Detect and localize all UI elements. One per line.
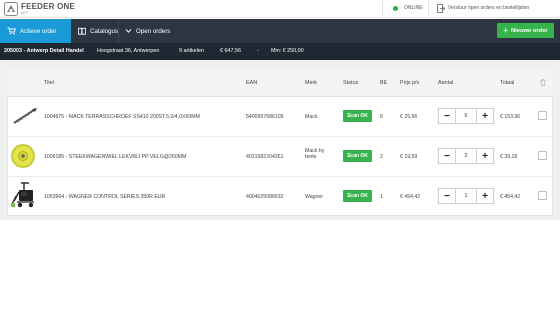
product-be: 6 [380, 114, 383, 120]
increase-button[interactable]: + [477, 189, 493, 203]
tab-active-order-label: Actieve order [20, 27, 57, 35]
screw-image [13, 108, 37, 124]
product-price: € 25,66 [400, 114, 418, 120]
order-article-count: 9 artikelen [179, 48, 204, 54]
new-order-button[interactable]: + Nieuwe order [497, 23, 554, 38]
tab-catalogus[interactable]: Catalogus [71, 19, 119, 43]
column-header-totaal: Totaal [500, 80, 515, 86]
increase-button[interactable]: + [477, 149, 493, 163]
decrease-button[interactable]: − [439, 109, 455, 123]
cart-icon [7, 27, 16, 35]
order-id: 205003 - Antwerp Detail Handel [4, 48, 84, 54]
send-orders-label: Verstuur open orders en bestellijsten [448, 5, 530, 11]
send-orders-button[interactable]: Verstuur open orders en bestellijsten [428, 0, 560, 18]
product-merk: Mack by tente [305, 148, 325, 161]
book-icon [78, 27, 87, 35]
wheel-image [11, 144, 35, 168]
order-minimum: Min: € 250,00 [271, 48, 304, 54]
column-header-ean: EAN [246, 80, 258, 86]
product-ean: 4004025086632 [246, 194, 284, 200]
product-price: € 19,59 [400, 154, 418, 160]
quantity-stepper: − 1 + [438, 188, 494, 204]
chevron-down-icon [125, 29, 132, 33]
table-header [7, 70, 553, 97]
exit-icon [437, 4, 445, 13]
product-merk: Mack [305, 114, 318, 120]
new-order-label: Nieuwe order [510, 27, 548, 34]
trash-icon[interactable] [540, 79, 546, 86]
column-header-be: BE [380, 80, 388, 86]
row-divider [7, 176, 553, 177]
tab-open-orders-label: Open orders [136, 27, 171, 35]
online-dot-icon [393, 6, 398, 11]
quantity-stepper: − 6 + [438, 108, 494, 124]
order-address: Hoogstraat 36, Antwerpen [97, 48, 160, 54]
row-checkbox[interactable] [538, 191, 547, 200]
row-total: € 39,18 [500, 154, 518, 160]
increase-button[interactable]: + [477, 109, 493, 123]
column-header-titel: Titel [44, 80, 54, 86]
online-label: ONLINE [404, 5, 423, 11]
product-be: 2 [380, 154, 383, 160]
nav-bar: Actieve order Catalogus Open orders [0, 19, 560, 43]
brand-subtitle: APP [21, 11, 29, 15]
row-total: € 153,96 [500, 114, 521, 120]
row-checkbox[interactable] [538, 151, 547, 160]
product-price: € 454,42 [400, 194, 421, 200]
order-total: € 647,56 [220, 48, 241, 54]
decrease-button[interactable]: − [439, 149, 455, 163]
column-header-merk: Merk [305, 80, 317, 86]
tab-catalogus-label: Catalogus [90, 27, 118, 35]
row-total: € 454,42 [500, 194, 521, 200]
online-status: ONLINE [382, 0, 428, 18]
product-ean: 4031582204261 [246, 154, 284, 160]
tab-open-orders[interactable]: Open orders [119, 19, 179, 43]
product-title: 1053964 - WAGNER CONTROL SERIES 350R EUR [44, 194, 166, 200]
logo-icon [4, 2, 18, 16]
row-checkbox[interactable] [538, 111, 547, 120]
status-badge: Scan OK [343, 110, 372, 122]
column-header-aantal: Aantal [438, 80, 454, 86]
sprayer-image [11, 182, 34, 208]
info-separator: - [257, 48, 259, 54]
product-title: 1004975 - MACK TERRASSCHROEF SS410 200ST… [44, 114, 200, 120]
product-ean: 5400997686105 [246, 114, 284, 120]
quantity-input[interactable]: 1 [455, 189, 477, 203]
product-merk: Wagner [305, 194, 323, 200]
column-header-status: Status [343, 80, 359, 86]
quantity-stepper: − 2 + [438, 148, 494, 164]
top-bar: FEEDER ONE APP ONLINE Verstuur open orde… [0, 0, 560, 18]
brand-name: FEEDER ONE [21, 2, 76, 11]
row-divider [7, 136, 553, 137]
order-info-bar: 205003 - Antwerp Detail Handel Hoogstraa… [0, 43, 560, 60]
quantity-input[interactable]: 2 [455, 149, 477, 163]
product-be: 1 [380, 194, 383, 200]
quantity-input[interactable]: 6 [455, 109, 477, 123]
tab-active-order[interactable]: Actieve order [0, 19, 71, 43]
product-title: 1006185 - STEEKWAGENWIEL LEKVRIJ PP VELG… [44, 154, 187, 160]
column-header-prijs: Prijs p/s [400, 80, 420, 86]
plus-icon: + [503, 26, 508, 35]
decrease-button[interactable]: − [439, 189, 455, 203]
status-badge: Scan OK [343, 190, 372, 202]
status-badge: Scan OK [343, 150, 372, 162]
